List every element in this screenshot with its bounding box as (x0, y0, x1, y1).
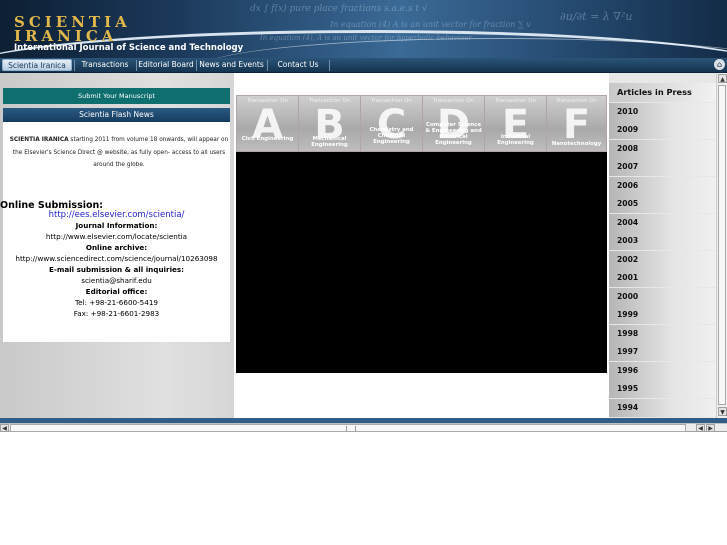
office-fax: Fax: +98-21-6601-2983 (73, 309, 160, 318)
main-nav: Scientia Iranica Transactions Editorial … (0, 58, 727, 73)
tile-transaction-a[interactable]: Transaction On A Civil Engineering (237, 96, 298, 151)
tile-name: Chemistry and Chemical Engineering (369, 127, 414, 145)
tile-transaction-c[interactable]: Transaction On C Chemistry and Chemical … (361, 96, 422, 151)
articles-in-press-link[interactable]: Articles in Press (609, 83, 716, 102)
site-header: dx ∫ f(x) pure place fractions s.a.e.s t… (0, 0, 727, 58)
tile-transaction-f[interactable]: Transaction On F Nanotechnology (547, 96, 606, 151)
online-submission-link[interactable]: http://ees.elsevier.com/scientia/ (3, 210, 230, 220)
announcement-text: SCIENTIA IRANICA starting 2011 from volu… (7, 134, 231, 172)
year-link[interactable]: 1998 (609, 325, 716, 343)
nav-news-and-events[interactable]: News and Events (197, 59, 266, 71)
submit-manuscript-button[interactable]: Submit Your Manuscript (3, 88, 230, 104)
year-link[interactable]: 2003 (609, 232, 716, 250)
year-link[interactable]: 1996 (609, 362, 716, 380)
home-icon[interactable]: ⌂ (714, 59, 725, 70)
vertical-scrollbar[interactable]: ▲ ▼ (716, 73, 727, 418)
flash-news-header[interactable]: Scientia Flash News (3, 108, 230, 122)
tile-transaction-e[interactable]: Transaction On E Industrial Engineering (485, 96, 546, 151)
journal-info-label: Journal Information: (75, 221, 158, 230)
left-sidebar: Submit Your Manuscript Scientia Flash Ne… (0, 73, 234, 418)
scroll-grip-icon (346, 426, 356, 431)
tile-name: Industrial Engineering (497, 134, 534, 146)
tile-letter: A (252, 102, 283, 148)
tile-transaction-b[interactable]: Transaction On B Mechanical Engineering (299, 96, 360, 151)
year-link[interactable]: 2007 (609, 158, 716, 176)
main-content: Submit Your Manuscript Scientia Flash Ne… (0, 73, 727, 418)
scroll-left-arrow-icon[interactable]: ◀ (0, 424, 9, 432)
year-link[interactable]: 1995 (609, 380, 716, 398)
year-link[interactable]: 2010 (609, 103, 716, 121)
horizontal-scrollbar[interactable]: ◀ ◀ ▶ (0, 423, 727, 432)
year-link[interactable]: 1994 (609, 399, 716, 417)
nav-contact-us[interactable]: Contact Us (268, 59, 328, 71)
nav-scientia-iranica[interactable]: Scientia Iranica (2, 59, 72, 71)
horizontal-scroll-thumb[interactable] (10, 424, 686, 432)
office-tel: Tel: +98-21-6600-5419 (75, 298, 158, 307)
right-sidebar: Articles in Press 2010 2009 2008 2007 20… (609, 73, 716, 418)
editorial-office-label: Editorial office: (85, 287, 148, 296)
scroll-down-arrow-icon[interactable]: ▼ (718, 407, 727, 416)
announcement-journal-name: SCIENTIA IRANICA (9, 137, 69, 143)
year-link[interactable]: 1999 (609, 306, 716, 324)
tile-name: Civil Engineering (241, 136, 294, 142)
scroll-left-arrow-icon[interactable]: ◀ (696, 424, 705, 432)
vertical-scroll-thumb[interactable] (718, 85, 726, 405)
email-address[interactable]: scientia@sharif.edu (3, 276, 230, 285)
scroll-right-arrow-icon[interactable]: ▶ (706, 424, 715, 432)
tile-transaction-d[interactable]: Transaction On D Computer Science & Engi… (423, 96, 484, 151)
year-link[interactable]: 2006 (609, 177, 716, 195)
year-link[interactable]: 2009 (609, 121, 716, 139)
nav-transactions[interactable]: Transactions (75, 59, 135, 71)
email-label: E-mail submission & all inquiries: (48, 265, 185, 274)
tile-name: Computer Science & Engineering and Elect… (425, 122, 482, 146)
year-link[interactable]: 2005 (609, 195, 716, 213)
year-link[interactable]: 1997 (609, 343, 716, 361)
year-link[interactable]: 2000 (609, 288, 716, 306)
tile-name: Nanotechnology (551, 141, 602, 147)
year-link[interactable]: 2008 (609, 140, 716, 158)
tile-name: Mechanical Engineering (311, 136, 348, 148)
nav-divider (329, 60, 330, 71)
online-archive-link[interactable]: http://www.sciencedirect.com/science/jou… (3, 254, 230, 263)
online-archive-label: Online archive: (85, 243, 148, 252)
transactions-strip: Transaction On A Civil Engineering Trans… (236, 95, 607, 152)
year-link[interactable]: 2002 (609, 251, 716, 269)
transactions-panel: Transaction On A Civil Engineering Trans… (236, 95, 607, 373)
journal-info-link[interactable]: http://www.elsevier.com/locate/scientia (3, 232, 230, 241)
browser-viewport: dx ∫ f(x) pure place fractions s.a.e.s t… (0, 0, 727, 432)
year-link[interactable]: 2004 (609, 214, 716, 232)
year-link[interactable]: 2001 (609, 269, 716, 287)
nav-editorial-board[interactable]: Editorial Board (137, 59, 195, 71)
logo-subtitle: International Journal of Science and Tec… (14, 43, 244, 53)
scroll-up-arrow-icon[interactable]: ▲ (718, 74, 727, 83)
